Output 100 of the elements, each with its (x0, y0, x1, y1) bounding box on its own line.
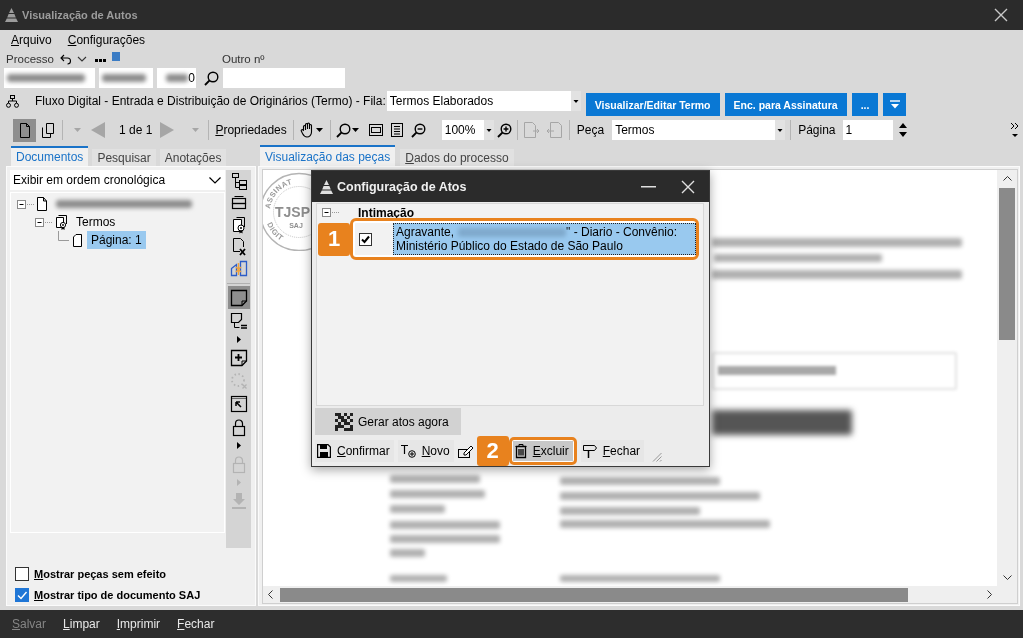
view-mode-button[interactable] (13, 118, 36, 142)
act-description[interactable]: Agravante, " - Diario - Convênio: Ministério Público do Estado de São Paulo (393, 223, 696, 255)
order-dropdown[interactable]: Exibir em ordem cronológica (10, 170, 225, 190)
app-logo-icon (5, 8, 18, 22)
save-icon (317, 444, 331, 458)
compare-documents-icon (229, 260, 248, 278)
menu-button[interactable] (883, 93, 907, 116)
callout-badge: 2 (476, 436, 509, 466)
scrollbar-thumb[interactable] (280, 587, 908, 602)
caret-down-icon (888, 100, 901, 109)
text-plus-icon (399, 444, 416, 458)
close-icon[interactable] (994, 8, 1008, 22)
layers-icon (229, 194, 248, 212)
edit-icon[interactable] (457, 444, 474, 458)
workflow-text: Fluxo Digital - Entrada e Distribuição de Originários (Termo) - Fila: (35, 94, 386, 108)
caret-icon[interactable] (315, 128, 323, 132)
chevron-down-icon[interactable] (76, 56, 87, 62)
footer-button[interactable]: Limpar (63, 617, 100, 631)
tree-item[interactable]: Termos (72, 213, 120, 231)
action-button[interactable]: Excluir (512, 441, 573, 461)
zoom-dropdown[interactable]: 100% (441, 120, 494, 140)
field-label: Página (798, 123, 836, 137)
menu-item[interactable]: Arquivo (11, 33, 52, 47)
tree-line (58, 231, 69, 241)
download-icon (229, 491, 248, 510)
field-label: Processo (6, 53, 54, 65)
caret-icon (775, 120, 786, 140)
window-title: Visualização de Autos (22, 9, 138, 21)
scroll-left-icon[interactable] (268, 590, 273, 599)
scroll-down-icon[interactable] (1002, 575, 1012, 580)
fit-page-icon[interactable] (390, 123, 403, 137)
more-icon[interactable] (94, 59, 106, 62)
trash-icon (514, 444, 527, 458)
tab[interactable]: Visualização das peças (260, 145, 396, 166)
tree-item[interactable]: Página: 1 (87, 231, 146, 249)
queue-dropdown[interactable]: Termos Elaborados (386, 91, 581, 111)
submenu-arrow-icon[interactable] (236, 335, 241, 343)
caret-icon[interactable] (351, 128, 359, 132)
minimize-icon[interactable] (641, 185, 656, 188)
piece-dropdown[interactable]: Termos (612, 120, 786, 140)
search-icon[interactable] (204, 71, 218, 86)
process-number-field[interactable] (4, 68, 95, 88)
action-button[interactable]: Visualizar/Editar Termo (585, 93, 720, 116)
action-button[interactable]: Confirmar (315, 440, 394, 462)
zoom-out-icon[interactable] (410, 122, 426, 138)
action-button[interactable]: Novo (397, 440, 454, 462)
collapse-icon[interactable] (35, 217, 53, 227)
other-number-field[interactable] (223, 68, 345, 88)
spin-arrows-icon[interactable] (897, 121, 908, 139)
scroll-up-icon[interactable] (1002, 176, 1012, 181)
submenu-arrow-icon[interactable] (236, 441, 241, 449)
tab[interactable]: Pesquisar (92, 149, 156, 166)
certificate-document-icon (55, 214, 67, 230)
action-button[interactable]: Enc. para Assinatura (724, 93, 847, 116)
checkbox-label[interactable]: Mostrar tipo de documento SAJ (34, 588, 201, 601)
document-icon (37, 197, 47, 211)
resize-grip-icon[interactable] (652, 452, 663, 462)
action-button[interactable]: ... (851, 93, 879, 116)
menu-item[interactable]: Configurações (67, 33, 146, 47)
caret-icon (570, 91, 581, 111)
group-label: Intimação (358, 205, 414, 220)
seal-text: TJSP (275, 204, 310, 220)
blurred-text (390, 505, 445, 513)
close-icon[interactable] (681, 179, 695, 194)
action-button[interactable]: Fechar (580, 440, 645, 462)
process-number-field[interactable] (99, 68, 153, 88)
footer-button[interactable]: Fechar (177, 617, 215, 631)
checkbox[interactable] (359, 232, 372, 246)
hand-icon[interactable] (299, 122, 314, 138)
checkbox[interactable] (15, 566, 29, 581)
note-list-icon (229, 311, 248, 330)
zoom-in-icon[interactable] (496, 122, 512, 138)
properties-button[interactable]: Propriedades (215, 123, 287, 137)
tab[interactable]: Dados do processo (400, 149, 514, 166)
page-field[interactable]: 1 (842, 120, 893, 140)
process-number-field[interactable]: 0 (157, 68, 196, 88)
scrollbar-thumb[interactable] (999, 188, 1015, 340)
tool-button[interactable] (227, 286, 250, 309)
page-counter: 1 de 1 (119, 123, 153, 137)
signpost-icon (582, 444, 597, 458)
checkbox-label[interactable]: Mostrar peças sem efeito (34, 567, 167, 580)
undo-arrow-icon[interactable] (59, 53, 71, 65)
scroll-right-icon[interactable] (987, 590, 992, 599)
fit-width-icon[interactable] (368, 124, 383, 136)
checkbox[interactable] (15, 587, 29, 602)
tab[interactable]: Anotações (159, 149, 227, 166)
blurred-text (390, 575, 447, 582)
overflow-icon[interactable] (1010, 122, 1020, 138)
tree-view-icon (229, 172, 248, 190)
note-icon (229, 288, 248, 307)
flowchart-icon (6, 95, 19, 108)
generate-button[interactable]: Gerar atos agora (315, 408, 461, 435)
tab[interactable]: Documentos (11, 146, 89, 166)
magnifier-icon[interactable] (335, 122, 350, 138)
collapse-icon[interactable] (322, 208, 340, 217)
collapse-icon[interactable] (17, 199, 35, 209)
app-logo-icon (320, 179, 333, 194)
qr-code-icon (335, 412, 353, 431)
callout-badge: 1 (318, 222, 350, 256)
footer-button[interactable]: Imprimir (116, 617, 161, 631)
